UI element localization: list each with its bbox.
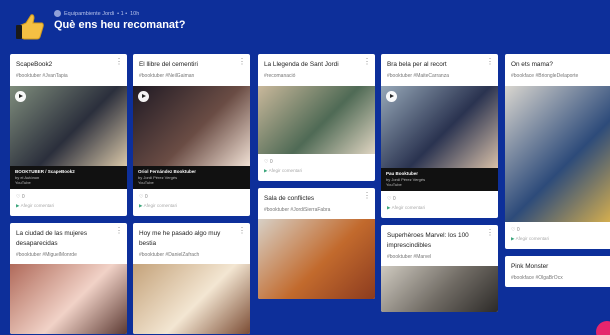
post-title: ScapeBook2 — [16, 61, 53, 68]
attachment-image — [381, 85, 498, 168]
video-attachment[interactable]: BOOKTUBER / ScapeBook2 by el Autónon YouTu… — [10, 85, 127, 190]
more-options-icon[interactable]: ⋮ — [486, 58, 494, 66]
post-title: La Llegenda de Sant Jordi — [264, 61, 339, 68]
add-comment[interactable]: ▶ Afegir comentari — [381, 203, 498, 218]
post-card[interactable]: ⋮ La Llegenda de Sant Jordi #recomanació ♡ … — [258, 54, 375, 181]
attachment-image — [10, 264, 127, 335]
post-hashtags: #booktuber #NeilGaiman — [139, 73, 195, 80]
like-count-value: 0 — [392, 196, 396, 203]
post-card[interactable]: ⋮ Bra bela per al recort #booktuber #Maite… — [381, 54, 498, 219]
like-count-value: 0 — [516, 226, 520, 233]
post-hashtags: #bookface #BriongleDelaporte — [511, 73, 579, 80]
meta-separator: • 1 • — [117, 10, 128, 17]
photo-attachment[interactable] — [258, 219, 375, 300]
add-comment-label: Afegir comentari — [391, 205, 426, 211]
play-icon[interactable] — [15, 90, 26, 102]
video-caption: Oriol Fernández Booktuber by Jordi Pérez … — [133, 165, 250, 190]
attachment-image — [381, 266, 498, 313]
attachment-image — [258, 219, 375, 300]
photo-attachment[interactable] — [258, 85, 375, 154]
play-icon[interactable] — [138, 90, 149, 102]
like-count-value: 0 — [144, 194, 148, 201]
like-count[interactable]: ♡ 0 — [381, 191, 498, 203]
thumbs-up-icon — [16, 14, 44, 40]
photo-attachment[interactable] — [505, 85, 610, 222]
video-caption: BOOKTUBER / ScapeBook2 by el Autónon YouTu… — [10, 165, 127, 190]
post-title: Hoy me he pasado algo muy bestia — [139, 230, 221, 247]
photo-attachment[interactable] — [381, 266, 498, 313]
post-hashtags: #booktuber #JordiSierraFabra — [264, 206, 331, 213]
post-title: On ets mama? — [511, 61, 553, 68]
meta-time: 10h — [130, 10, 140, 17]
video-source: YouTube — [138, 179, 154, 185]
post-hashtags: #booktuber #Marvel — [387, 253, 432, 260]
like-count[interactable]: ♡ 0 — [505, 222, 610, 234]
post-meta: Equipambiente Jordi • 1 • 10h — [54, 10, 139, 17]
post-card[interactable]: ⋮ ScapeBook2 #booktuber #JvanTapia BOOKTUBE… — [10, 54, 127, 217]
add-post-button[interactable] — [596, 321, 610, 335]
post-hashtags: #recomanació — [264, 73, 296, 80]
add-comment[interactable]: ▶ Afegir comentari — [505, 234, 610, 249]
more-options-icon[interactable]: ⋮ — [115, 227, 123, 235]
post-hashtags: #booktuber #MiguelMonrde — [16, 251, 77, 258]
board-column: ⋮ Bra bela per al recort #booktuber #Maite… — [381, 54, 498, 319]
post-title: Bra bela per al recort — [387, 61, 447, 68]
post-card[interactable]: ⋮ Hoy me he pasado algo muy bestia #booktu… — [133, 223, 250, 335]
attachment-image — [505, 85, 610, 222]
post-card[interactable]: ⋮ Sala de conflictes #booktuber #JordiSier… — [258, 187, 375, 300]
video-attachment[interactable]: Pau Booktuber by Jordi Pérez Vergés YouTub… — [381, 85, 498, 192]
post-hashtags: #booktuber #DanielZafrach — [139, 251, 200, 258]
attachment-image — [258, 85, 375, 154]
add-comment[interactable]: ▶ Afegir comentari — [133, 201, 250, 216]
video-source: YouTube — [15, 179, 31, 185]
post-hashtags: #booktuber #JvanTapia — [16, 73, 68, 80]
add-comment-label: Afegir comentari — [515, 235, 550, 241]
add-comment-label: Afegir comentari — [143, 203, 178, 209]
like-count[interactable]: ♡ 0 — [258, 154, 375, 166]
more-options-icon[interactable]: ⋮ — [363, 58, 371, 66]
board-column: ⋮ La Llegenda de Sant Jordi #recomanació ♡ … — [258, 54, 375, 306]
add-comment-label: Afegir comentari — [268, 167, 303, 173]
like-count[interactable]: ♡ 0 — [10, 189, 127, 201]
post-card[interactable]: ⋮ La ciudad de las mujeres desaparecidas #… — [10, 223, 127, 335]
attachment-image — [133, 85, 250, 166]
video-caption: Pau Booktuber by Jordi Pérez Vergés YouTub… — [381, 167, 498, 192]
post-card[interactable]: ⋮ El llibre del cementiri #booktuber #Neil… — [133, 54, 250, 217]
add-comment[interactable]: ▶ Afegir comentari — [258, 166, 375, 181]
like-count-value: 0 — [21, 194, 25, 201]
post-card[interactable]: ⋮ Superhèroes Marvel: los 100 imprescindi… — [381, 225, 498, 313]
page-title: Què ens heu recomanat? — [54, 19, 186, 31]
post-title: Superhèroes Marvel: los 100 imprescindib… — [387, 232, 469, 249]
board-column: ⋮ ScapeBook2 #booktuber #JvanTapia BOOKTUBE… — [10, 54, 127, 335]
like-count[interactable]: ♡ 0 — [133, 189, 250, 201]
more-options-icon[interactable]: ⋮ — [363, 191, 371, 200]
photo-attachment[interactable] — [133, 264, 250, 335]
play-icon[interactable] — [386, 90, 397, 102]
post-title: Sala de conflictes — [264, 194, 315, 202]
board-column: ⋮On ets mama?#bookface #BriongleDelaport… — [505, 54, 610, 294]
post-title: El llibre del cementiri — [139, 61, 198, 68]
post-hashtags: #bookface #OlgaBrOcx — [511, 274, 563, 281]
video-source: YouTube — [386, 181, 402, 187]
add-comment-label: Afegir comentari — [20, 203, 55, 209]
post-title: La ciudad de las mujeres desaparecidas — [16, 230, 88, 247]
author-avatar — [54, 10, 61, 17]
attachment-image — [10, 85, 127, 166]
post-title: Pink Monster — [511, 262, 549, 270]
meta-author: Equipambiente Jordi — [64, 10, 115, 17]
header: Equipambiente Jordi • 1 • 10h Què ens he… — [0, 0, 610, 50]
post-card[interactable]: ⋮Pink Monster#bookface #OlgaBrOcx — [505, 255, 610, 288]
attachment-image — [133, 264, 250, 335]
like-count-value: 0 — [269, 158, 273, 165]
video-attachment[interactable]: Oriol Fernández Booktuber by Jordi Pérez … — [133, 85, 250, 190]
post-card[interactable]: ⋮On ets mama?#bookface #BriongleDelaport… — [505, 54, 610, 249]
more-options-icon[interactable]: ⋮ — [238, 227, 246, 235]
post-hashtags: #booktuber #MaiteCarranza — [387, 73, 449, 80]
add-comment[interactable]: ▶ Afegir comentari — [10, 201, 127, 216]
more-options-icon[interactable]: ⋮ — [238, 58, 246, 66]
more-options-icon[interactable]: ⋮ — [486, 229, 494, 237]
more-options-icon[interactable]: ⋮ — [115, 58, 123, 66]
board-column: ⋮ El llibre del cementiri #booktuber #Neil… — [133, 54, 250, 335]
photo-attachment[interactable] — [10, 264, 127, 335]
